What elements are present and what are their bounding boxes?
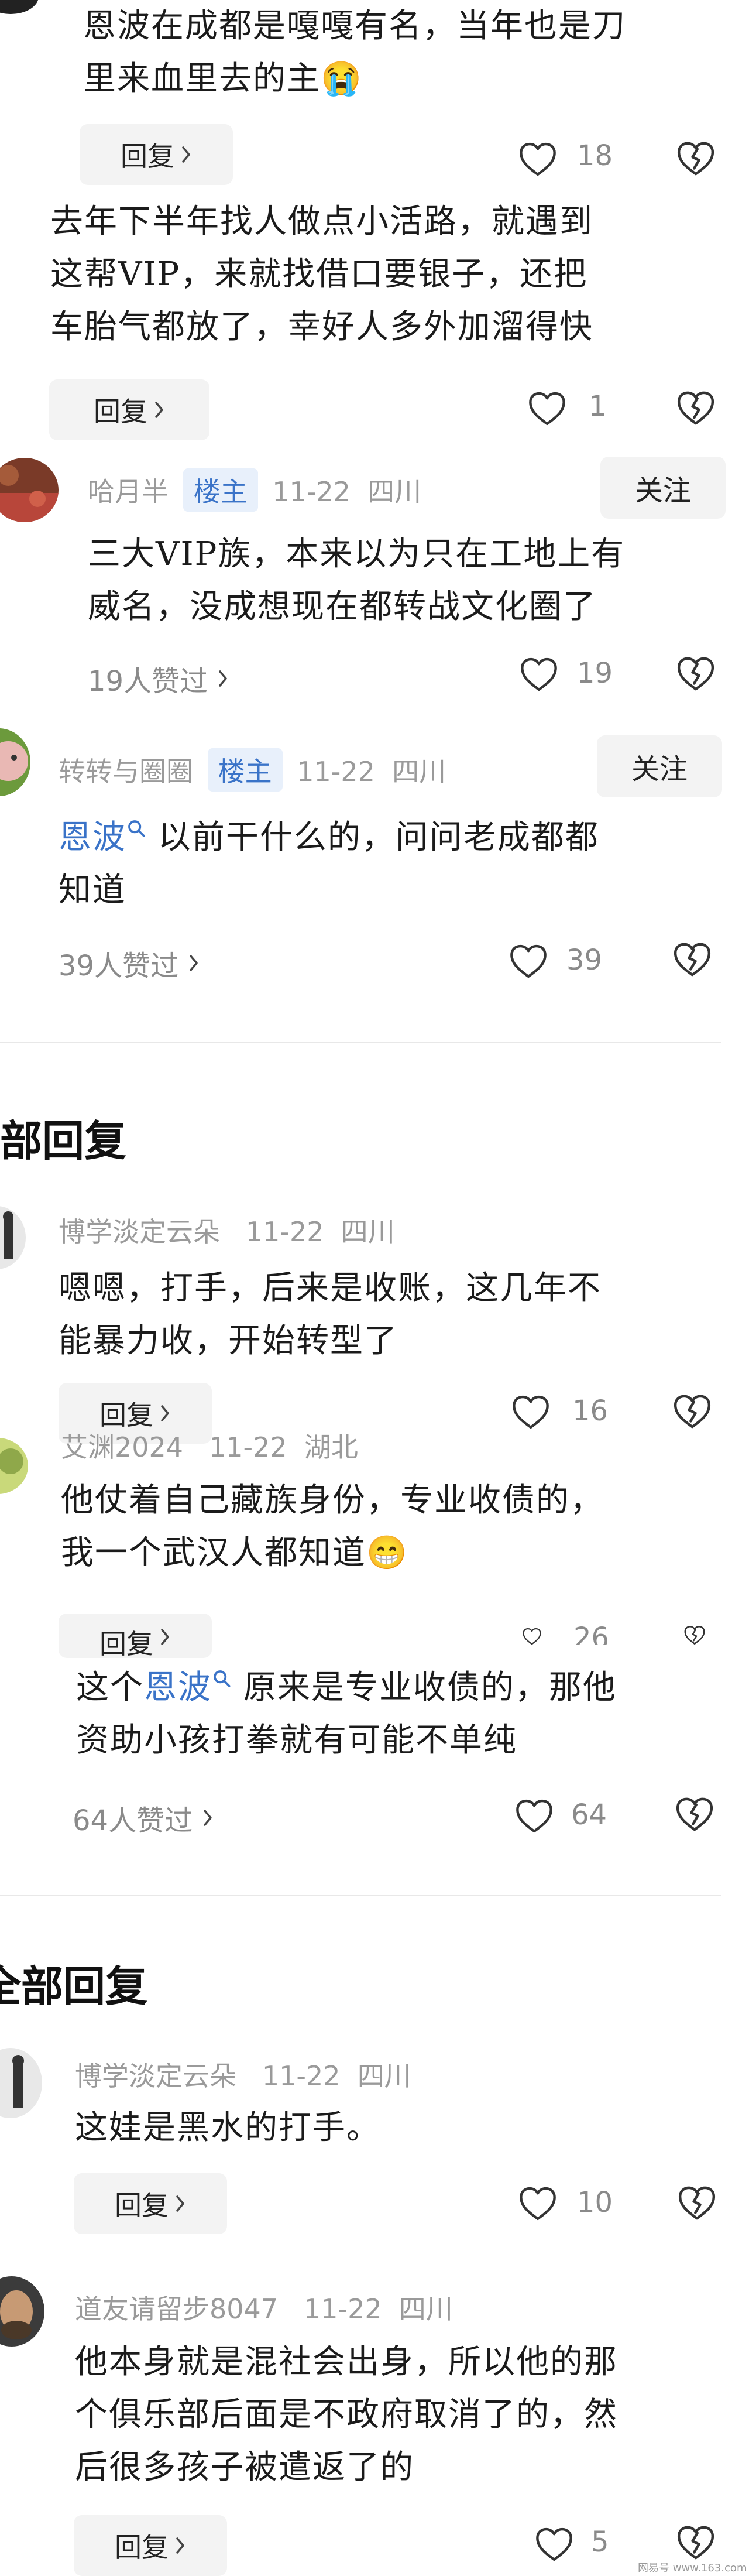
comment-text: 三大VIP族，本来以为只在工地上有 威名，没成想现在都转战文化圈了 [88,535,626,626]
section-title: 全部回复 [0,1961,148,2011]
comment-text: 恩波在成都是嘎嘎有名，当年也是刀 里来血里去的主😭 [83,7,626,98]
host-badge: 楼主 [183,468,258,512]
dislike-broken-heart-icon[interactable] [673,941,712,978]
comment-text: 去年下半年找人做点小活路，就遇到 这帮VIP，来就找借口要银子，还把 车胎气都放… [50,203,593,346]
liked-by-link[interactable]: 39人赞过 [59,943,200,984]
like-count: 16 [572,1395,609,1427]
comment-date: 11-22 [272,476,351,508]
like-heart-icon[interactable] [515,1799,554,1834]
search-icon[interactable] [212,1669,232,1688]
like-count: 18 [577,139,613,172]
search-icon[interactable] [126,818,146,838]
author-name[interactable]: 转转与圈圈 [59,756,193,787]
comment-text: 这个恩波 原来是专业收债的，那他 资助小孩打拳就有可能不单纯 [76,1669,617,1759]
like-heart-icon[interactable] [528,391,566,426]
like-count: 10 [577,2186,613,2219]
dislike-broken-heart-icon[interactable] [675,1796,714,1832]
like-count: 5 [591,2526,609,2558]
comment-meta: 道友请留步8047 11-22 四川 [75,2288,453,2327]
divider [0,1042,721,1043]
reply-button[interactable]: 回复 [74,2173,227,2234]
like-heart-icon[interactable] [513,1628,551,1645]
mention-link[interactable]: 恩波 [144,1669,212,1707]
dislike-broken-heart-icon[interactable] [675,1625,714,1645]
comment-location: 湖北 [304,1431,358,1463]
comment-date: 11-22 [297,756,375,787]
follow-button[interactable]: 关注 [600,457,726,519]
section-title: 部回复 [0,1116,127,1166]
comment-location: 四川 [367,476,422,508]
like-heart-icon[interactable] [509,944,548,979]
like-count: 39 [566,944,603,977]
reply-button[interactable]: 回复 [59,1614,212,1658]
like-count: 19 [577,657,613,690]
comment-text: 恩波 以前干什么的，问问老成都都 知道 [59,818,599,909]
comment-location: 四川 [392,756,446,787]
dislike-broken-heart-icon[interactable] [673,1393,712,1430]
comment-meta: 艾渊2024 11-22 湖北 [61,1426,358,1465]
author-name[interactable]: 博学淡定云朵 [59,1216,220,1248]
avatar[interactable] [0,2048,42,2118]
comment-date: 11-22 [208,1431,287,1463]
divider [0,1895,721,1896]
avatar[interactable] [0,1206,26,1269]
avatar[interactable] [0,0,39,14]
author-name[interactable]: 道友请留步8047 [75,2293,278,2325]
author-name[interactable]: 博学淡定云朵 [75,2060,236,2092]
liked-by-link[interactable]: 64人赞过 [73,1797,214,1838]
like-heart-icon[interactable] [511,1395,550,1430]
avatar[interactable] [0,2276,44,2347]
reply-button[interactable]: 回复 [49,379,209,440]
dislike-broken-heart-icon[interactable] [676,656,715,692]
watermark: 网易号 www.163.com [638,2562,747,2574]
comment-text: 嗯嗯，打手，后来是收账，这几年不 能暴力收，开始转型了 [59,1269,602,1360]
like-count: 1 [589,390,607,423]
comment-location: 四川 [357,2060,411,2092]
like-heart-icon[interactable] [518,142,557,177]
comment-date: 11-22 [245,1216,324,1248]
like-count: 26 [573,1622,610,1645]
like-heart-icon[interactable] [535,2527,573,2562]
comment-date: 11-22 [303,2293,382,2325]
like-heart-icon[interactable] [520,657,558,692]
like-count: 64 [571,1799,607,1831]
comment-text: 他本身就是混社会出身，所以他的那 个俱乐部后面是不政府取消了的，然 后很多孩子被… [75,2343,618,2486]
reply-button[interactable]: 回复 [74,2515,227,2576]
comment-text: 这娃是黑水的打手。 [75,2109,380,2147]
comment-meta: 转转与圈圈 楼主 11-22 四川 [59,748,446,792]
author-name[interactable]: 哈月半 [88,476,169,508]
comment-meta: 博学淡定云朵 11-22 四川 [59,1211,395,1249]
avatar[interactable] [0,458,59,522]
follow-button[interactable]: 关注 [597,735,722,797]
like-heart-icon[interactable] [518,2186,557,2221]
author-name[interactable]: 艾渊2024 [61,1431,183,1463]
mention-link[interactable]: 恩波 [59,818,126,857]
host-badge: 楼主 [207,748,283,792]
comment-meta: 哈月半 楼主 11-22 四川 [88,468,421,512]
dislike-broken-heart-icon[interactable] [678,2185,716,2221]
dislike-broken-heart-icon[interactable] [676,141,715,177]
comment-date: 11-22 [262,2060,341,2092]
liked-by-link[interactable]: 19人赞过 [88,658,229,699]
dislike-broken-heart-icon[interactable] [676,390,715,426]
comment-location: 四川 [341,1216,395,1248]
comment-text: 他仗着自己藏族身份，专业收债的， 我一个武汉人都知道😁 [61,1481,604,1572]
comment-location: 四川 [398,2293,453,2325]
comment-meta: 博学淡定云朵 11-22 四川 [75,2055,411,2094]
avatar[interactable] [0,1438,28,1494]
avatar[interactable] [0,728,30,796]
dislike-broken-heart-icon[interactable] [676,2524,715,2561]
reply-button[interactable]: 回复 [80,124,233,185]
